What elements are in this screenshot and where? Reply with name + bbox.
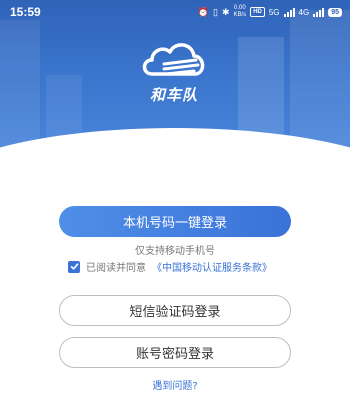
network-speed-value: 0.00: [234, 5, 246, 11]
help-link[interactable]: 遇到问题?: [0, 377, 350, 392]
sms-code-login-button[interactable]: 短信验证码登录: [59, 295, 291, 326]
network-speed-unit: KB/s: [233, 12, 247, 18]
terms-link[interactable]: 《中国移动认证服务条款》: [152, 259, 272, 274]
one-key-login-button[interactable]: 本机号码一键登录: [59, 206, 291, 237]
agreement-checkbox[interactable]: [68, 260, 80, 273]
vibrate-icon: ▯: [213, 6, 218, 17]
agreement-text: 已阅读并同意: [86, 263, 146, 274]
building-silhouette: [290, 10, 350, 155]
network-speed: 0.00 KB/s: [234, 5, 247, 19]
hd-badge: HD: [250, 7, 265, 17]
signal-icon: [313, 7, 325, 17]
agreement-row: 已阅读并同意 《中国移动认证服务条款》: [68, 259, 272, 274]
app-logo: 和车队: [138, 38, 210, 110]
battery-indicator: 95: [328, 7, 342, 17]
status-bar: 15:59 ⏰ ▯ ✱ 0.00 KB/s HD 5G 4G 95: [0, 0, 350, 24]
password-login-button[interactable]: 账号密码登录: [59, 337, 291, 368]
status-time: 15:59: [10, 5, 41, 19]
cloud-logo-icon: [142, 43, 205, 76]
building-silhouette: [0, 20, 40, 155]
alarm-icon: ⏰: [197, 6, 210, 17]
network-4g-label: 4G: [298, 7, 310, 17]
mobile-only-hint: 仅支持移动手机号: [135, 246, 215, 257]
signal-icon: [283, 7, 295, 17]
status-icons: ⏰ ▯ ✱ 0.00 KB/s HD 5G 4G 95: [198, 5, 342, 19]
bluetooth-icon: ✱: [221, 6, 230, 17]
check-icon: [70, 263, 78, 270]
logo-wordmark: 和车队: [149, 86, 198, 104]
network-5g-label: 5G: [268, 7, 280, 17]
